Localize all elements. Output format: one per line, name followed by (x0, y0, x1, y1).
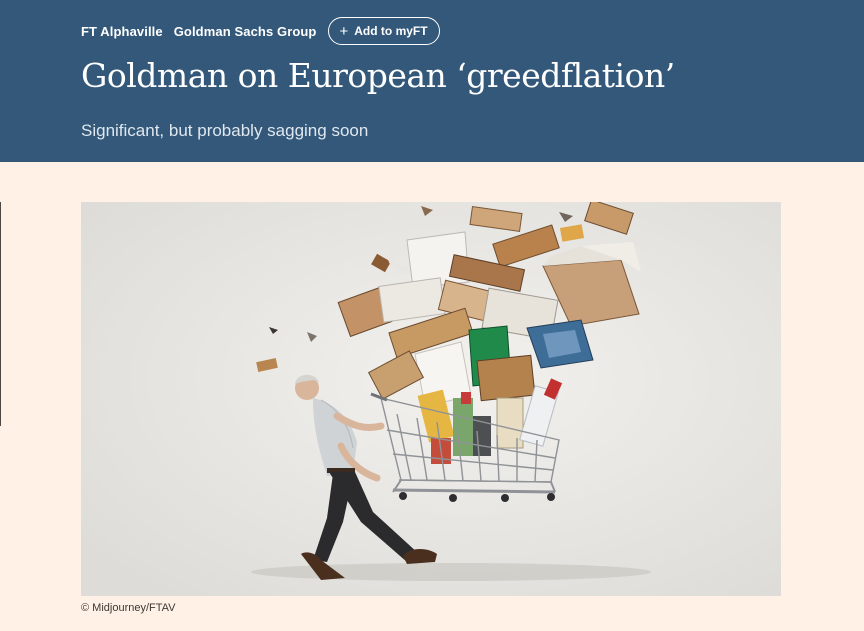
breadcrumb-link-goldman-sachs-group[interactable]: Goldman Sachs Group (174, 24, 317, 39)
standfirst: Significant, but probably sagging soon (81, 121, 369, 140)
left-edge-divider (0, 202, 1, 426)
breadcrumb: FT Alphaville Goldman Sachs Group + Add … (81, 16, 440, 46)
hero-image (81, 202, 781, 596)
breadcrumb-link-ft-alphaville[interactable]: FT Alphaville (81, 24, 163, 39)
add-to-myft-button[interactable]: + Add to myFT (328, 17, 440, 45)
image-caption: © Midjourney/FTAV (81, 602, 176, 614)
page-title: Goldman on European ‘greedflation’ (81, 56, 675, 95)
plus-icon: + (339, 22, 349, 40)
add-to-myft-label: Add to myFT (354, 24, 428, 38)
article-header: FT Alphaville Goldman Sachs Group + Add … (0, 0, 864, 162)
shopper-trolley-illustration (81, 202, 781, 596)
